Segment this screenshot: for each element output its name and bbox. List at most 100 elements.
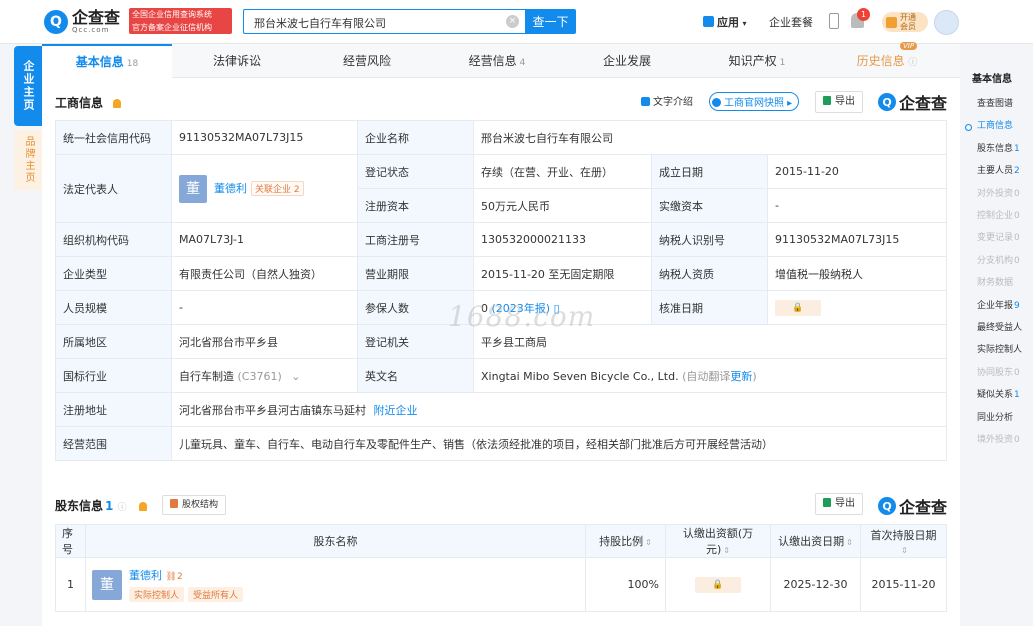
vip-button[interactable]: 开通 会员	[882, 12, 928, 32]
approve-date: 🔒	[767, 290, 947, 325]
export-button[interactable]: 导出	[815, 91, 863, 113]
qcc-brand: Q 企查查	[878, 90, 947, 114]
staff-size: -	[171, 290, 358, 325]
right-nav-item[interactable]: 财务数据	[962, 272, 1032, 294]
app-menu[interactable]: 应用 ▾	[703, 14, 747, 30]
col-ratio[interactable]: 持股比例 ⇕	[585, 524, 666, 558]
tab-risk[interactable]: 经营风险	[302, 44, 432, 78]
logo[interactable]: Q 企查查 Qcc.com	[44, 8, 120, 36]
qcc-logo-icon: Q	[878, 93, 896, 111]
right-nav-item[interactable]: 实际控制人	[962, 339, 1032, 361]
english-name: Xingtai Mibo Seven Bicycle Co., Ltd. (自动…	[473, 358, 947, 393]
right-anchor-nav: 基本信息 查查图谱 工商信息 股东信息1 主要人员2 对外投资0 控制企业0 变更记录0 分支…	[962, 70, 1032, 452]
app-grid-icon	[703, 16, 714, 27]
user-avatar[interactable]	[934, 10, 959, 35]
follow-bell-icon[interactable]	[138, 502, 147, 511]
company-name: 邢台米波七自行车有限公司	[473, 120, 947, 155]
col-date[interactable]: 认缴出资日期 ⇕	[770, 524, 861, 558]
region: 河北省邢台市平乡县	[171, 324, 358, 359]
right-nav-item[interactable]: 疑似关系1	[962, 384, 1032, 406]
col-first[interactable]: 首次持股日期⇕	[860, 524, 947, 558]
phone-icon[interactable]	[829, 13, 839, 29]
related-companies-tag[interactable]: 关联企业 2	[251, 180, 304, 196]
notification-count: 1	[857, 8, 870, 21]
search-value: 邢台米波七自行车有限公司	[254, 17, 386, 30]
right-nav-item[interactable]: 分支机构0	[962, 250, 1032, 272]
follow-bell-icon[interactable]	[113, 99, 122, 108]
nearby-companies-link[interactable]: 附近企业	[374, 404, 418, 417]
right-nav-item[interactable]: 最终受益人	[962, 317, 1032, 339]
package-link[interactable]: 企业套餐	[769, 14, 813, 30]
tag-actual-controller: 实际控制人	[129, 587, 185, 602]
right-nav-item[interactable]: 对外投资0	[962, 183, 1032, 205]
tax-qualification: 增值税一般纳税人	[767, 256, 947, 291]
legal-avatar: 董	[179, 174, 207, 203]
clear-icon[interactable]: ×	[506, 15, 519, 28]
tab-company-home[interactable]: 企业主页	[14, 46, 42, 126]
shareholder-section-title: 股东信息 1 ⓘ	[55, 497, 147, 514]
business-term: 2015-11-20 至无固定期限	[473, 256, 652, 291]
right-nav-item[interactable]: 企业年报9	[962, 295, 1032, 317]
shareholder-export-button[interactable]: 导出	[815, 493, 863, 515]
first-hold-date: 2015-11-20	[860, 557, 947, 612]
chart-icon[interactable]: ▯	[554, 302, 560, 315]
right-nav-item[interactable]: 变更记录0	[962, 227, 1032, 249]
tab-history[interactable]: 历史信息 ⓘ	[822, 44, 952, 78]
share-ratio: 100%	[585, 557, 666, 612]
tab-basic-info[interactable]: 基本信息 18	[42, 44, 172, 78]
tag-beneficial-owner: 受益所有人	[188, 587, 244, 602]
shareholder-table: 序号 股东名称 持股比例 ⇕ 认缴出资额(万元) ⇕ 认缴出资日期 ⇕ 首次持股日期⇕…	[55, 524, 947, 612]
business-info-table: 统一社会信用代码 91130532MA07L73J15 企业名称 邢台米波七自行…	[55, 120, 947, 461]
right-nav-item[interactable]: 境外投资0	[962, 429, 1032, 451]
equity-structure-button[interactable]: 股权结构	[162, 495, 227, 515]
logo-domain: Qcc.com	[72, 26, 110, 34]
legal-name-link[interactable]: 董德利	[214, 182, 247, 195]
tab-bar: 基本信息 18 法律诉讼 经营风险 经营信息 4 企业发展 知识产权 1 历史信息 ⓘ…	[42, 42, 960, 78]
right-nav-item[interactable]: 主要人员2	[962, 160, 1032, 182]
left-tabs: 企业主页 品牌主页	[14, 46, 42, 190]
related-count[interactable]: ⛓2	[166, 572, 183, 582]
right-nav-item[interactable]: 协同股东0	[962, 362, 1032, 384]
insured-year-link[interactable]: (2023年报)	[492, 302, 551, 315]
share-date: 2025-12-30	[770, 557, 861, 612]
qcc-logo-icon: Q	[878, 497, 896, 515]
text-intro-button[interactable]: 文字介绍	[641, 93, 693, 108]
legal-representative: 董董德利 关联企业 2	[171, 154, 358, 223]
text-icon	[641, 97, 650, 106]
col-no: 序号	[55, 524, 86, 558]
vip-tag: VIP	[900, 42, 918, 50]
col-name: 股东名称	[85, 524, 586, 558]
right-nav-item[interactable]: 同业分析	[962, 407, 1032, 429]
snapshot-icon	[712, 98, 721, 107]
tab-operation[interactable]: 经营信息 4	[432, 44, 562, 78]
lock-icon[interactable]: 🔒	[775, 299, 821, 316]
right-nav-item[interactable]: 控制企业0	[962, 205, 1032, 227]
col-amount[interactable]: 认缴出资额(万元) ⇕	[665, 524, 771, 558]
right-nav-item[interactable]: 工商信息	[962, 115, 1032, 137]
translate-update-link[interactable]: 更新	[730, 370, 752, 383]
tab-development[interactable]: 企业发展	[562, 44, 692, 78]
business-scope: 儿童玩具、童车、自行车、电动自行车及零配件生产、销售（依法须经批准的项目，经相关…	[171, 426, 947, 461]
search-input[interactable]: 邢台米波七自行车有限公司 ×	[243, 9, 525, 34]
right-nav-item[interactable]: 股东信息1	[962, 138, 1032, 160]
excel-icon	[823, 498, 831, 507]
credit-code: 91130532MA07L73J15	[171, 120, 358, 155]
share-amount: 🔒	[665, 557, 771, 612]
shareholder-avatar: 董	[92, 569, 122, 600]
right-nav-item[interactable]: 查查图谱	[962, 93, 1032, 115]
tab-ip[interactable]: 知识产权 1	[692, 44, 822, 78]
snapshot-button[interactable]: 工商官网快照 ▸	[709, 92, 800, 111]
paid-capital: -	[767, 188, 947, 223]
industry[interactable]: 自行车制造 (C3761) ⌄	[171, 358, 358, 393]
tab-brand-home[interactable]: 品牌主页	[14, 130, 42, 190]
tab-legal[interactable]: 法律诉讼	[172, 44, 302, 78]
tax-id: 91130532MA07L73J15	[767, 222, 947, 257]
top-bar: Q 企查查 Qcc.com 全国企业信用查询系统 官方备案企业征信机构 邢台米波…	[0, 0, 1033, 44]
lock-icon[interactable]: 🔒	[695, 576, 741, 593]
logo-icon: Q	[44, 10, 68, 34]
search-button[interactable]: 查一下	[525, 9, 576, 34]
crown-icon	[886, 16, 897, 28]
register-status: 存续（在营、开业、在册）	[473, 154, 652, 189]
shareholder-name-link[interactable]: 董德利	[129, 569, 162, 582]
chevron-down-icon: ⌄	[291, 369, 301, 383]
